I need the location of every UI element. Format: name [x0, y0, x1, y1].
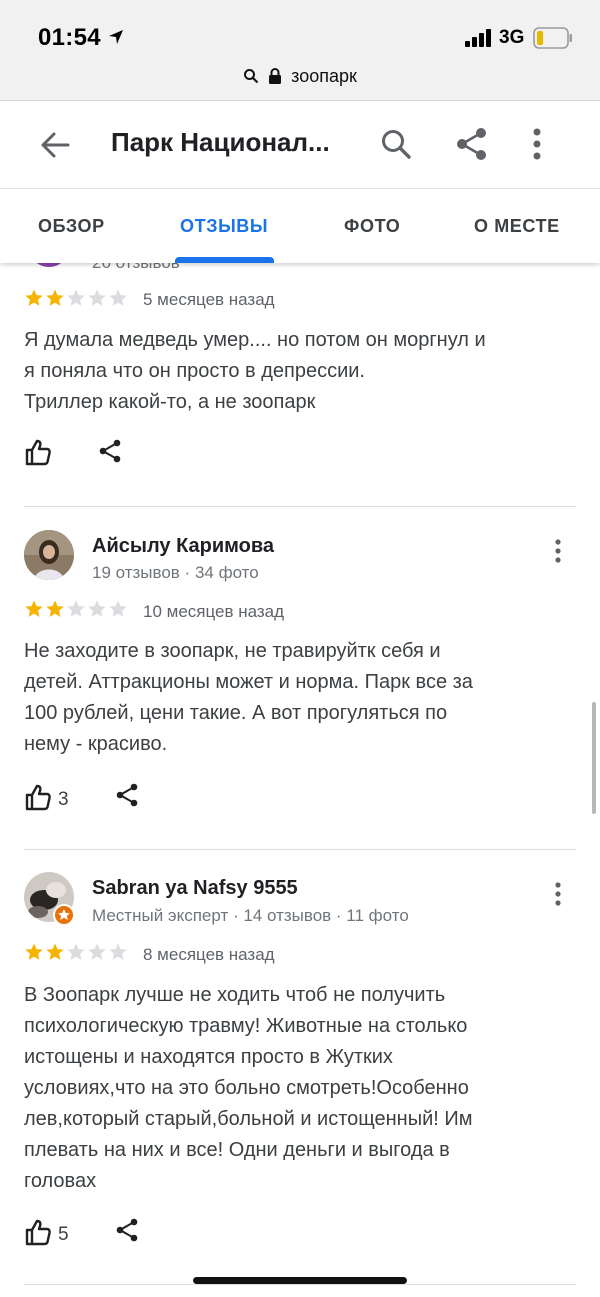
reviewer-meta: Местный эксперт · 14 отзывов · 11 фото: [92, 906, 409, 925]
divider: [24, 506, 576, 507]
back-arrow-icon[interactable]: [38, 128, 72, 162]
thumbs-up-icon[interactable]: [24, 1218, 52, 1251]
tab-about[interactable]: О МЕСТЕ: [474, 216, 560, 237]
reviewer-name[interactable]: Sabran ya Nafsy 9555: [92, 877, 298, 900]
star-filled-icon: [45, 599, 65, 624]
battery-icon: [533, 27, 573, 54]
cellular-signal-icon: [465, 29, 493, 52]
star-filled-icon: [45, 288, 65, 313]
thumbs-up-icon[interactable]: [24, 783, 52, 816]
divider: [24, 849, 576, 850]
review-date: 5 месяцев назад: [143, 290, 275, 309]
star-rating: [24, 599, 129, 624]
local-guide-badge-icon: [53, 904, 75, 931]
scrollbar[interactable]: [592, 702, 596, 814]
tab-reviews[interactable]: ОТЗЫВЫ: [180, 216, 268, 237]
review-text[interactable]: Я думала медведь умер.... но потом он мо…: [24, 325, 564, 418]
reviewer-meta: 26 отзывов: [92, 263, 180, 273]
avatar[interactable]: [24, 530, 74, 580]
reviews-list: 26 отзывов 5 месяцев назад Я думала медв…: [0, 263, 600, 1297]
tab-bar: ОБЗОР ОТЗЫВЫ ФОТО О МЕСТЕ: [0, 190, 600, 263]
star-empty-icon: [87, 599, 107, 624]
divider: [24, 1284, 576, 1285]
thumbs-up-icon[interactable]: [24, 438, 52, 471]
review-date: 8 месяцев назад: [143, 945, 275, 964]
more-vert-icon[interactable]: [553, 882, 563, 911]
more-vert-icon[interactable]: [532, 127, 542, 166]
like-count: 3: [58, 789, 69, 810]
tab-overview[interactable]: ОБЗОР: [38, 216, 105, 237]
star-filled-icon: [24, 599, 44, 624]
share-icon[interactable]: [115, 782, 139, 813]
star-rating: [24, 942, 129, 967]
app-bar: Парк Национал...: [0, 101, 600, 189]
share-icon[interactable]: [98, 438, 122, 469]
home-indicator[interactable]: [193, 1277, 407, 1284]
star-filled-icon: [24, 288, 44, 313]
star-empty-icon: [66, 942, 86, 967]
share-icon[interactable]: [455, 126, 489, 167]
search-icon[interactable]: [379, 127, 413, 166]
star-empty-icon: [108, 942, 128, 967]
star-rating: [24, 288, 129, 313]
search-icon: [243, 68, 259, 89]
review-text[interactable]: Не заходите в зоопарк, не травируйтк себ…: [24, 636, 564, 760]
star-empty-icon: [87, 288, 107, 313]
share-icon[interactable]: [115, 1217, 139, 1248]
star-empty-icon: [108, 288, 128, 313]
active-tab-indicator: [175, 257, 274, 263]
status-bar: 01:54 3G зоопарк: [0, 0, 600, 101]
star-empty-icon: [66, 599, 86, 624]
star-empty-icon: [87, 942, 107, 967]
url-bar[interactable]: зоопарк: [0, 66, 600, 89]
star-filled-icon: [24, 942, 44, 967]
url-text: зоопарк: [291, 66, 357, 86]
reviewer-meta: 19 отзывов · 34 фото: [92, 563, 259, 582]
review-date: 10 месяцев назад: [143, 602, 285, 621]
star-empty-icon: [66, 288, 86, 313]
like-count: 5: [58, 1224, 69, 1245]
review-text[interactable]: В Зоопарк лучше не ходить чтоб не получи…: [24, 980, 564, 1197]
more-vert-icon[interactable]: [553, 539, 563, 568]
avatar[interactable]: [30, 263, 68, 267]
tab-photos[interactable]: ФОТО: [344, 216, 400, 237]
lock-icon: [268, 68, 282, 89]
reviewer-name[interactable]: Айсылу Каримова: [92, 535, 274, 558]
star-empty-icon: [108, 599, 128, 624]
location-arrow-icon: [107, 28, 125, 51]
status-time: 01:54: [38, 24, 101, 51]
star-filled-icon: [45, 942, 65, 967]
network-type: 3G: [499, 27, 525, 48]
place-title: Парк Национал...: [111, 127, 330, 157]
